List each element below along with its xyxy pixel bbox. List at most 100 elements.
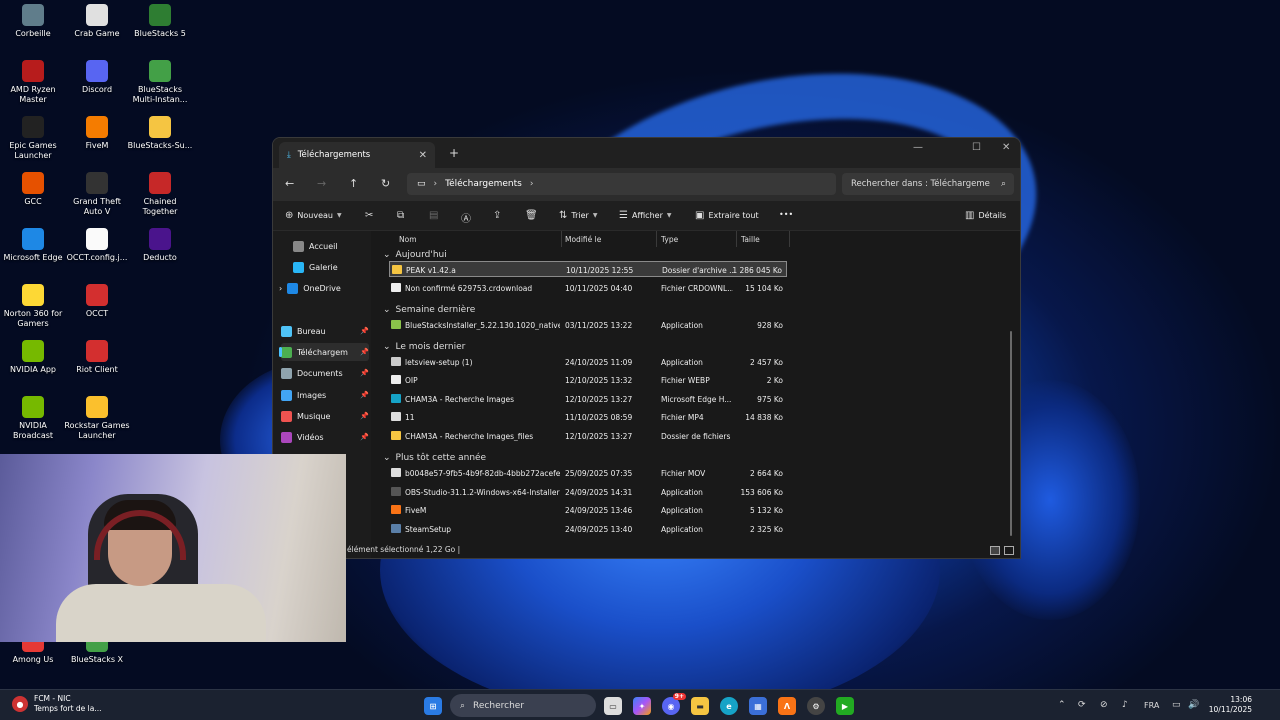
column-divider[interactable] (736, 231, 737, 247)
file-row[interactable]: FiveM 24/09/2025 13:46 Application 5 132 Ko (389, 502, 787, 518)
search-input[interactable]: Rechercher dans : Téléchargeme ⌕ (842, 173, 1014, 195)
refresh-button[interactable]: ↻ (381, 177, 390, 190)
task-view-icon[interactable]: ▭ (604, 697, 622, 715)
desktop-icon[interactable]: BlueStacks 5 (127, 4, 193, 39)
bluestacks-icon[interactable]: ▶ (836, 697, 854, 715)
group-header[interactable]: ⌄ Plus tôt cette année (383, 453, 486, 463)
up-button[interactable]: ↑ (349, 177, 358, 190)
sync-icon[interactable]: ⟳ (1078, 700, 1086, 710)
file-row[interactable]: CHAM3A - Recherche Images 12/10/2025 13:2… (389, 391, 787, 407)
breadcrumb[interactable]: Téléchargements (445, 179, 522, 189)
scrollbar[interactable] (1010, 331, 1012, 536)
sidebar-item[interactable]: Galerie (281, 258, 369, 276)
desktop-icon[interactable]: Riot Client (64, 340, 130, 375)
file-row[interactable]: PEAK v1.42.a 10/11/2025 12:55 Dossier d'ar… (389, 261, 787, 277)
file-row[interactable]: OBS-Studio-31.1.2-Windows-x64-Installer 2… (389, 484, 787, 500)
desktop-icon[interactable]: Norton 360 for Gamers (0, 284, 66, 329)
rename-button[interactable]: Ⓐ (461, 210, 471, 225)
volume-icon[interactable]: 🔊 (1188, 700, 1199, 710)
sidebar-item[interactable]: Musique 📌 (281, 407, 369, 425)
sidebar-item[interactable]: Images 📌 (281, 386, 369, 404)
delete-button[interactable]: 🗑 (525, 210, 538, 221)
chevron-up-icon[interactable]: ⌃ (1058, 700, 1066, 710)
column-modified[interactable]: Modifié le (565, 231, 601, 247)
store-icon[interactable]: ▦ (749, 697, 767, 715)
view-button[interactable]: ☰ Afficher ▼ (619, 210, 671, 221)
desktop-icon[interactable]: BlueStacks Multi-Instan... (127, 60, 193, 105)
weather-widget[interactable]: ● FCM - NIC Temps fort de la... (12, 694, 102, 714)
close-tab-icon[interactable]: ✕ (419, 150, 427, 161)
new-tab-button[interactable]: + (449, 146, 459, 160)
desktop-icon[interactable]: NVIDIA App (0, 340, 66, 375)
file-row[interactable]: b0048e57-9fb5-4b9f-82db-4bbb272acefe 25/0… (389, 465, 787, 481)
cut-button[interactable]: ✂ (365, 210, 373, 221)
sidebar-item[interactable]: Bureau 📌 (281, 322, 369, 340)
chevron-right-icon[interactable]: › (279, 284, 282, 293)
file-explorer-icon[interactable]: ▬ (691, 697, 709, 715)
desktop-icon[interactable]: AMD Ryzen Master (0, 60, 66, 105)
language-indicator[interactable]: FRA (1144, 701, 1159, 710)
chevron-down-icon[interactable]: ⌄ (383, 250, 391, 260)
column-size[interactable]: Taille (741, 231, 760, 247)
chevron-down-icon[interactable]: ⌄ (383, 453, 391, 463)
desktop-icon[interactable]: Grand Theft Auto V (64, 172, 130, 217)
group-header[interactable]: ⌄ Semaine dernière (383, 305, 475, 315)
steam-icon[interactable]: ⚙ (807, 697, 825, 715)
more-button[interactable]: ••• (779, 210, 793, 219)
desktop-icon[interactable]: Deducto (127, 228, 193, 263)
paste-button[interactable]: ▤ (429, 210, 438, 221)
group-header[interactable]: ⌄ Aujourd'hui (383, 250, 447, 260)
tiles-view-icon[interactable] (1004, 546, 1014, 555)
copilot-icon[interactable]: ✦ (633, 697, 651, 715)
file-row[interactable]: Non confirmé 629753.crdownload 10/11/2025… (389, 280, 787, 296)
desktop-icon[interactable]: Microsoft Edge (0, 228, 66, 263)
desktop-icon[interactable]: Rockstar Games Launcher (64, 396, 130, 441)
desktop-icon[interactable]: Chained Together (127, 172, 193, 217)
sort-button[interactable]: ⇅ Trier ▼ (559, 210, 597, 221)
sidebar-item[interactable]: Téléchargem 📌 (279, 343, 369, 361)
column-divider[interactable] (789, 231, 790, 247)
desktop-icon[interactable]: Crab Game (64, 4, 130, 39)
file-row[interactable]: letsview-setup (1) 24/10/2025 11:09 Applic… (389, 354, 787, 370)
desktop-icon[interactable]: NVIDIA Broadcast (0, 396, 66, 441)
wifi-off-icon[interactable]: ⊘ (1100, 700, 1108, 710)
file-row[interactable]: SteamSetup 24/09/2025 13:40 Application 2 3… (389, 521, 787, 537)
new-button[interactable]: ⊕ Nouveau ▼ (285, 210, 342, 221)
start-button[interactable]: ⊞ (424, 697, 442, 715)
desktop-icon[interactable]: Discord (64, 60, 130, 95)
sidebar-item[interactable]: Accueil (281, 237, 369, 255)
discord-icon[interactable]: ◉ 9+ (662, 693, 686, 715)
edge-icon[interactable]: e (720, 697, 738, 715)
desktop-icon[interactable]: GCC (0, 172, 66, 207)
file-row[interactable]: BlueStacksInstaller_5.22.130.1020_native… (389, 317, 787, 333)
details-view-icon[interactable] (990, 546, 1000, 555)
fivem-icon[interactable]: Λ (778, 697, 796, 715)
sidebar-item[interactable]: › OneDrive (279, 279, 369, 297)
back-button[interactable]: ← (285, 177, 294, 190)
minimize-button[interactable]: — (913, 142, 923, 153)
column-divider[interactable] (656, 231, 657, 247)
file-row[interactable]: 11 11/10/2025 08:59 Fichier MP4 14 838 Ko (389, 409, 787, 425)
sidebar-item[interactable]: Vidéos 📌 (281, 428, 369, 446)
file-row[interactable]: OIP 12/10/2025 13:32 Fichier WEBP 2 Ko (389, 372, 787, 388)
column-divider[interactable] (561, 231, 562, 247)
copy-button[interactable]: ⧉ (397, 210, 404, 221)
close-window-button[interactable]: ✕ (1002, 142, 1010, 153)
address-bar[interactable]: ▭ › Téléchargements › (407, 173, 836, 195)
clock[interactable]: 13:06 10/11/2025 (1209, 695, 1252, 715)
file-row[interactable]: CHAM3A - Recherche Images_files 12/10/202… (389, 428, 787, 444)
desktop-icon[interactable]: FiveM (64, 116, 130, 151)
sidebar-item[interactable]: Documents 📌 (281, 364, 369, 382)
desktop-icon[interactable]: Epic Games Launcher (0, 116, 66, 161)
desktop-icon[interactable]: OCCT (64, 284, 130, 319)
desktop-icon[interactable]: OCCT.config.j... (64, 228, 130, 263)
extract-all-button[interactable]: ▣ Extraire tout (695, 210, 759, 221)
chevron-down-icon[interactable]: ⌄ (383, 342, 391, 352)
maximize-button[interactable]: ☐ (972, 142, 981, 153)
column-type[interactable]: Type (661, 231, 678, 247)
desktop-icon[interactable]: BlueStacks-Su... (127, 116, 193, 151)
column-name[interactable]: Nom (399, 231, 417, 247)
share-button[interactable]: ⇪ (493, 210, 501, 221)
microphone-icon[interactable]: ♪ (1122, 700, 1128, 710)
details-button[interactable]: ▥ Détails (965, 210, 1006, 221)
